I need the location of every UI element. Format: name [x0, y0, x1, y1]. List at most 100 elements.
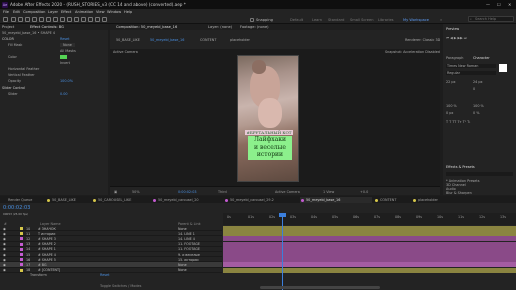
viewer-timecode[interactable]: 0:00:02:03: [178, 190, 197, 194]
horizontal-scale[interactable]: 100 %: [473, 104, 484, 108]
eye-icon[interactable]: ◉: [3, 258, 6, 262]
layer-name[interactable]: # BG: [38, 263, 47, 267]
tab-effect-controls[interactable]: Effect Controls: BG: [30, 25, 64, 29]
transform-row[interactable]: Transform: [30, 273, 47, 277]
rotate-tool-icon[interactable]: [32, 17, 37, 22]
layer-name[interactable]: # [CONTENT]: [38, 268, 60, 272]
fx-name[interactable]: COLOR: [2, 37, 14, 41]
eye-icon[interactable]: ◉: [3, 253, 6, 257]
label-color[interactable]: [20, 258, 23, 262]
opacity-value[interactable]: 100.0%: [60, 79, 73, 83]
layer-name[interactable]: # SHAPE 4: [38, 253, 56, 257]
tab-footage[interactable]: Footage: (none): [240, 25, 269, 29]
label-color[interactable]: [20, 242, 23, 246]
puppet-tool-icon[interactable]: [102, 17, 107, 22]
color-swatch[interactable]: [60, 55, 67, 59]
current-time-indicator[interactable]: [282, 213, 283, 290]
eye-icon[interactable]: ◉: [3, 263, 6, 267]
layer-bar[interactable]: [223, 267, 516, 273]
menu-help[interactable]: Help: [124, 10, 132, 14]
workspace-active[interactable]: My Workspace: [403, 18, 429, 22]
search-help-input[interactable]: Search Help: [468, 16, 514, 22]
snapping-checkbox[interactable]: [250, 17, 254, 22]
workspace-standard[interactable]: Standard: [328, 18, 344, 22]
layer-name[interactable]: # SHAPE 5: [38, 258, 56, 262]
label-color[interactable]: [20, 253, 23, 256]
eye-icon[interactable]: ◉: [3, 232, 6, 236]
breadcrumb-1[interactable]: 50_BASE_LIKE: [116, 38, 140, 42]
parent-select[interactable]: 11. FOOTAGE: [178, 247, 200, 251]
roto-brush-tool-icon[interactable]: [95, 17, 100, 22]
transform-reset[interactable]: Reset: [100, 273, 109, 277]
label-color[interactable]: [20, 263, 23, 267]
layer-name[interactable]: T истории: [38, 232, 55, 236]
eraser-tool-icon[interactable]: [88, 17, 93, 22]
menu-animation[interactable]: Animation: [75, 10, 93, 14]
minimize-button[interactable]: —: [486, 2, 490, 7]
breadcrumb-2[interactable]: 50_meyebl_base_16: [150, 38, 184, 42]
baseline-shift[interactable]: 0 px: [446, 111, 453, 115]
parent-select[interactable]: 11. FOOTAGE: [178, 242, 200, 246]
text-style-buttons[interactable]: T T TT Tт T¹ T₁: [446, 120, 471, 124]
preview-title[interactable]: Preview: [446, 27, 459, 31]
menu-composition[interactable]: Composition: [23, 10, 45, 14]
hand-tool-icon[interactable]: [18, 17, 23, 22]
fill-mask-select[interactable]: None: [60, 43, 75, 47]
workspace-default[interactable]: Default: [290, 18, 303, 22]
workspace-small-screen[interactable]: Small Screen: [350, 18, 373, 22]
close-button[interactable]: ✕: [508, 2, 511, 7]
eye-icon[interactable]: ◉: [3, 247, 6, 251]
parent-select[interactable]: 9. и веселые: [178, 253, 200, 257]
parent-select[interactable]: 14. LINE 1: [178, 232, 195, 236]
clone-stamp-tool-icon[interactable]: [81, 17, 86, 22]
leading[interactable]: 24 px: [473, 80, 483, 84]
label-color[interactable]: [20, 268, 23, 272]
type-tool-icon[interactable]: [67, 17, 72, 22]
time-ruler[interactable]: 0s 01s 02s 03s 04s 05s 06s 07s 08s 09s 1…: [223, 213, 516, 225]
eye-icon[interactable]: ◉: [3, 268, 6, 272]
zoom-tool-icon[interactable]: [25, 17, 30, 22]
workspace-libraries[interactable]: Libraries: [378, 18, 394, 22]
view-select[interactable]: Active Camera: [275, 190, 300, 194]
always-preview-icon[interactable]: ▣: [114, 190, 117, 194]
label-color[interactable]: [20, 227, 23, 230]
eye-icon[interactable]: ◉: [3, 227, 6, 231]
layer-row[interactable]: ◉ 18 # [CONTENT] None: [0, 268, 222, 273]
effects-search-input[interactable]: [446, 172, 513, 176]
breadcrumb-3[interactable]: CONTENT: [200, 38, 216, 42]
maximize-button[interactable]: ☐: [497, 2, 501, 7]
breadcrumb-4[interactable]: placeholder: [230, 38, 250, 42]
tracking[interactable]: 0: [473, 87, 475, 91]
renderer-label[interactable]: Renderer: Classic 3D: [405, 38, 440, 42]
resolution-select[interactable]: Third: [218, 190, 227, 194]
menu-effect[interactable]: Effect: [61, 10, 71, 14]
views-select[interactable]: 1 View: [323, 190, 334, 194]
pen-tool-icon[interactable]: [60, 17, 65, 22]
layer-name[interactable]: # SHAPE 3: [38, 237, 56, 241]
slider-control-label[interactable]: Slider Control: [2, 86, 25, 90]
toggle-switches-modes[interactable]: Toggle Switches / Modes: [100, 284, 141, 288]
label-color[interactable]: [20, 237, 23, 241]
effects-item[interactable]: Blur & Sharpen: [446, 191, 472, 195]
eye-icon[interactable]: ◉: [3, 242, 6, 246]
parent-select[interactable]: 14. LINE 4: [178, 237, 195, 241]
label-color[interactable]: [20, 232, 23, 236]
parent-select[interactable]: None: [178, 263, 187, 267]
menu-edit[interactable]: Edit: [13, 10, 20, 14]
font-select[interactable]: Times New Roman: [446, 64, 496, 68]
zoom-select[interactable]: 50%: [132, 190, 140, 194]
tab-project[interactable]: Project: [2, 25, 14, 29]
selection-tool-icon[interactable]: [11, 17, 16, 22]
brush-tool-icon[interactable]: [74, 17, 79, 22]
menu-layer[interactable]: Layer: [48, 10, 58, 14]
parent-select[interactable]: 15. истории: [178, 258, 199, 262]
vertical-scale[interactable]: 100 %: [446, 104, 457, 108]
pan-behind-tool-icon[interactable]: [46, 17, 51, 22]
home-icon[interactable]: [3, 17, 8, 22]
tsume[interactable]: 0 %: [473, 111, 479, 115]
tab-layer[interactable]: Layer: (none): [208, 25, 232, 29]
video-frame[interactable]: #БРУТАЛЬНЫЙ КОТ Лайфхаки и веселые истор…: [237, 55, 299, 182]
font-style-select[interactable]: Regular: [446, 71, 496, 75]
menu-window[interactable]: Window: [107, 10, 121, 14]
label-color[interactable]: [20, 247, 23, 251]
